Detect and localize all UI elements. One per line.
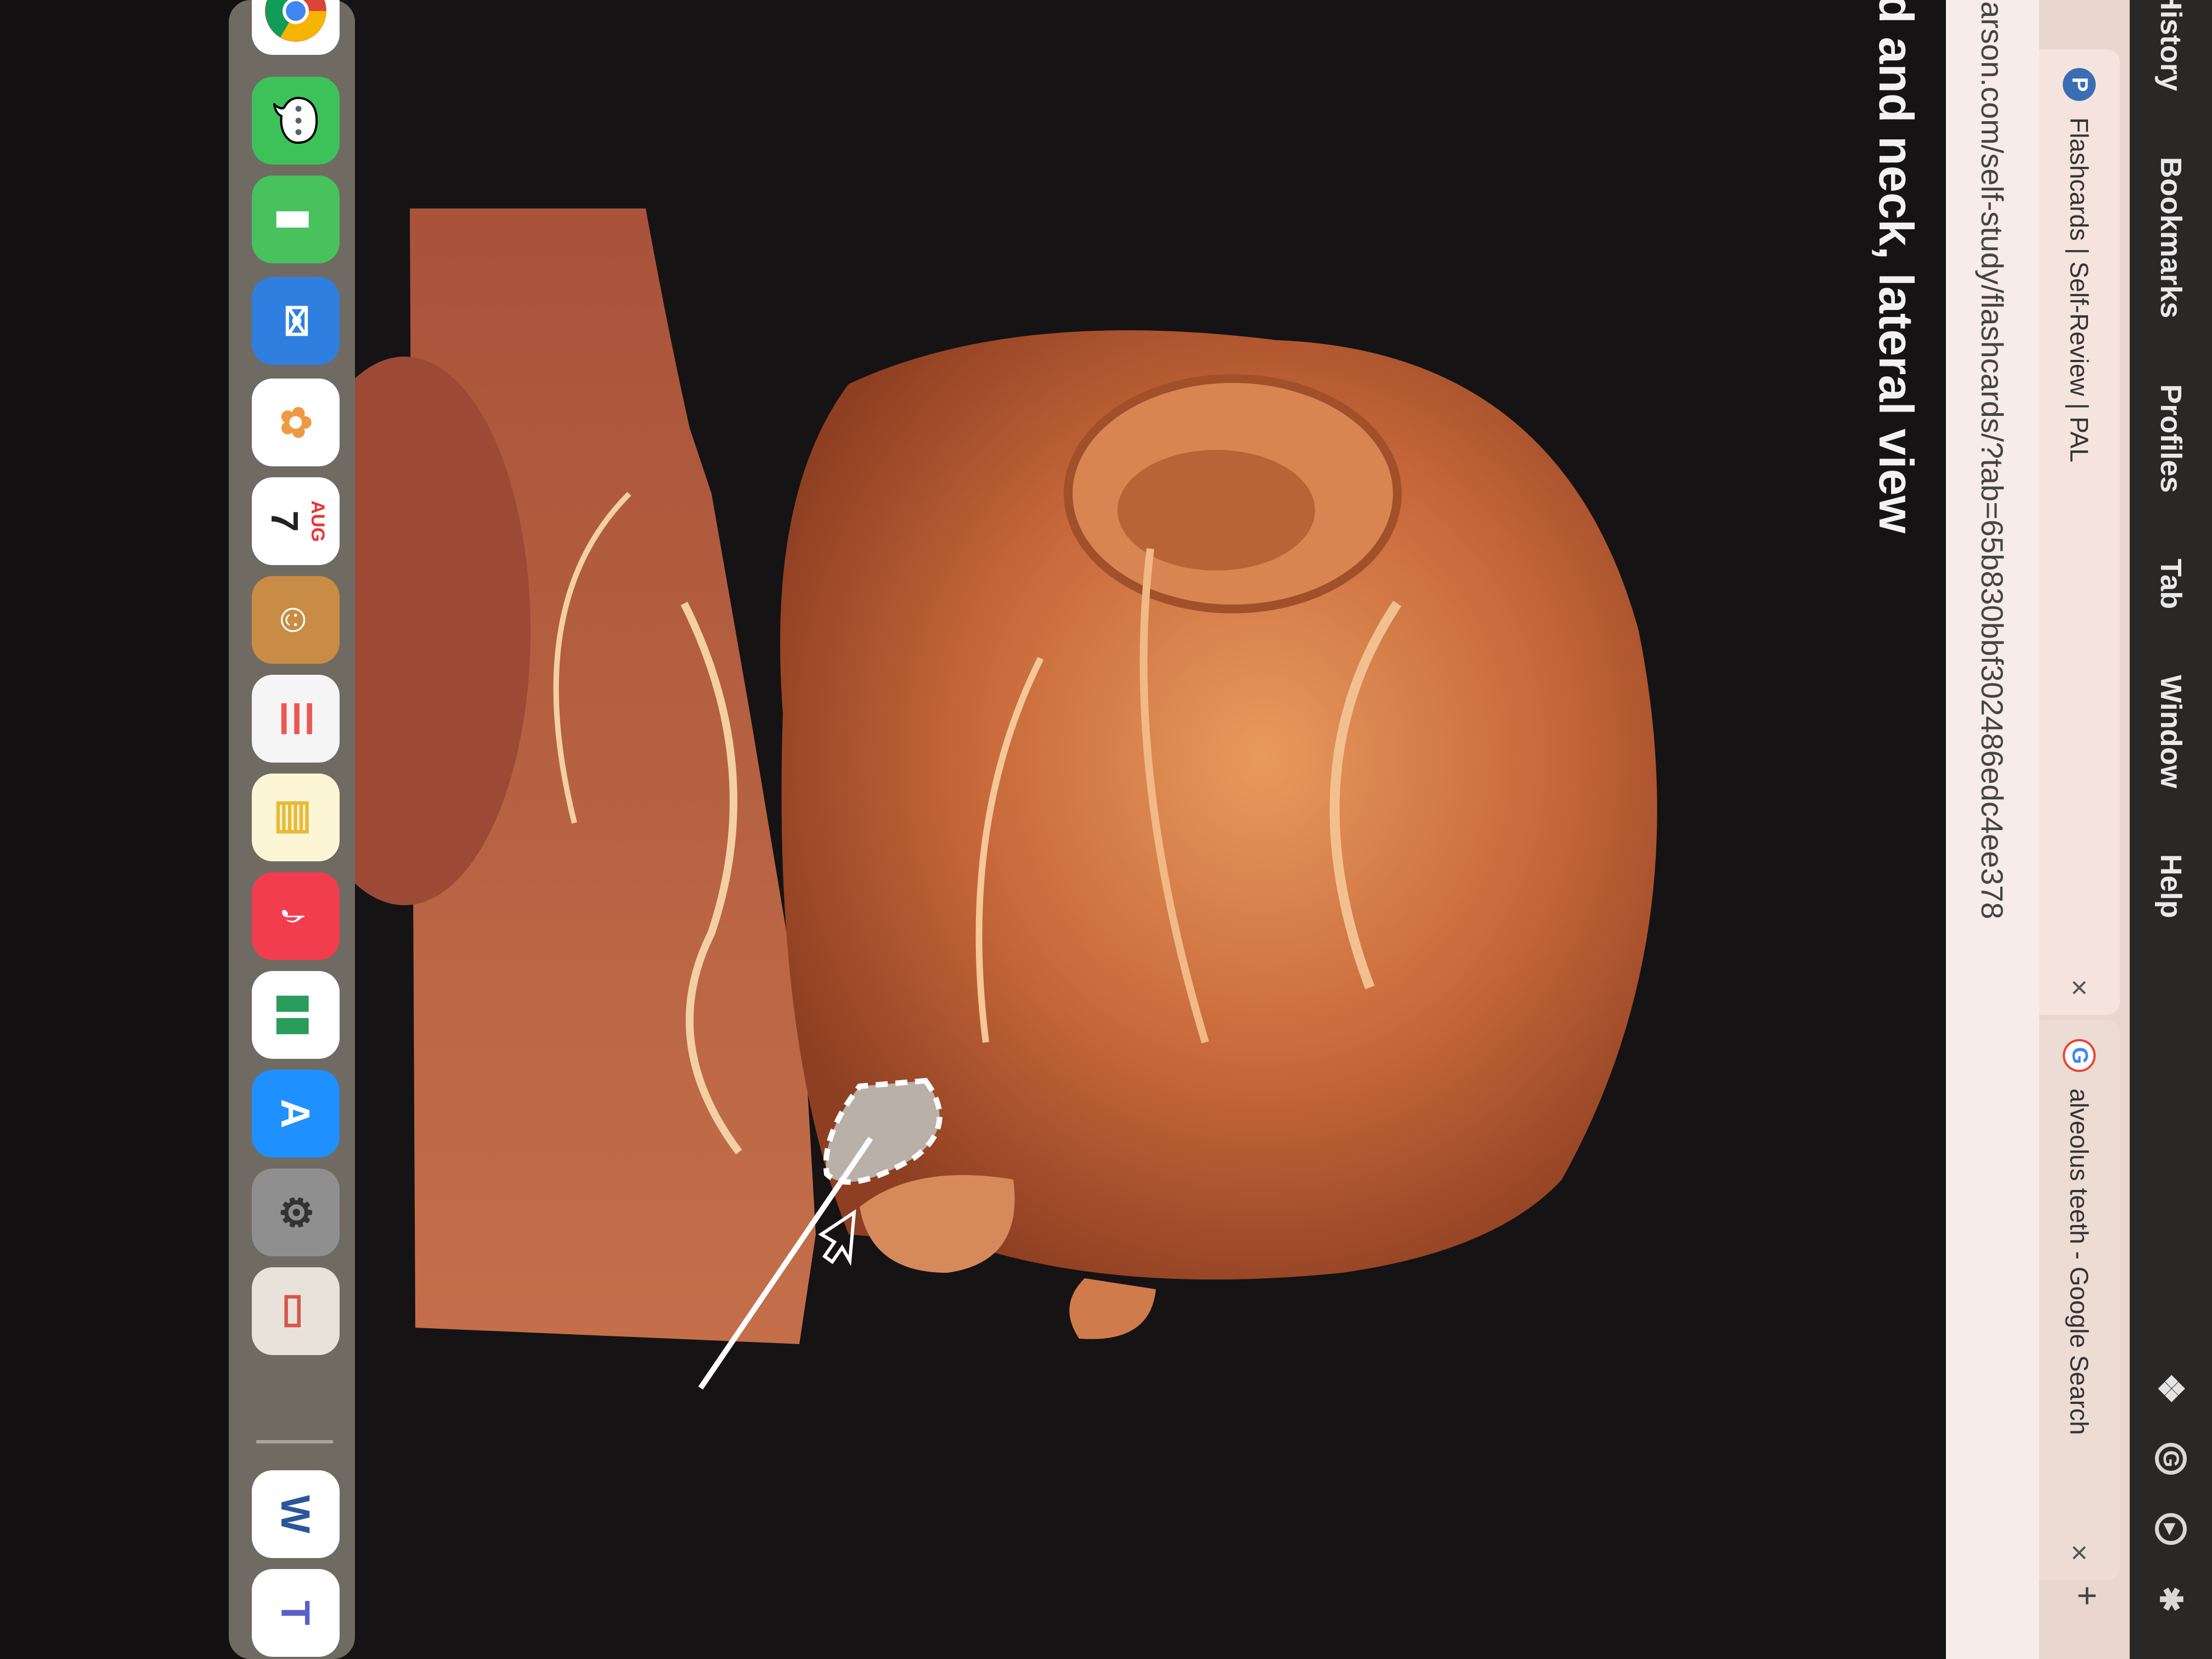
notes-icon: ▤ xyxy=(273,798,319,837)
numbers-app-icon[interactable]: ▮▮ xyxy=(252,971,340,1059)
card-heading: ad and neck, lateral view xyxy=(1869,0,1923,534)
reminders-app-icon[interactable]: ☰ xyxy=(252,675,340,763)
music-app-icon[interactable]: ♪ xyxy=(252,872,340,960)
menu-window[interactable]: Window xyxy=(2154,675,2188,788)
new-tab-button[interactable]: + xyxy=(2067,1585,2108,1606)
monitor-screen: History Bookmarks Profiles Tab Window He… xyxy=(0,0,2212,1659)
playback-icon[interactable]: ▸ xyxy=(2155,1513,2187,1545)
messages-app-icon[interactable]: 💬 xyxy=(252,77,340,165)
grammarly-icon[interactable]: G xyxy=(2155,1443,2187,1475)
menu-bar: History Bookmarks Profiles Tab Window He… xyxy=(2130,0,2212,1659)
dock: 💬 ▮ ✉ ✿ AUG 7 ☺ ☰ ▤ ♪ ▮▮ A ⚙ ▭ W T xyxy=(229,0,355,1659)
close-icon[interactable]: × xyxy=(2063,979,2097,996)
app-store-a-icon: A xyxy=(273,1099,319,1128)
url-text[interactable]: pearson.com/self-study/flashcards/?tab=6… xyxy=(1975,0,2011,919)
word-app-icon[interactable]: W xyxy=(252,1470,340,1558)
contacts-app-icon[interactable]: ☺ xyxy=(252,576,340,664)
address-bar[interactable]: pearson.com/self-study/flashcards/?tab=6… xyxy=(1946,0,2039,1659)
bar-chart-icon: ▮▮ xyxy=(273,992,319,1037)
photos-app-icon[interactable]: ✿ xyxy=(252,379,340,466)
dock-divider xyxy=(256,1440,333,1443)
calendar-month: AUG xyxy=(307,500,329,542)
envelope-icon: ✉ xyxy=(273,303,319,338)
browser-tab-strip: × P Flashcards | Self-Review | PAL × G a… xyxy=(2039,0,2130,1659)
calendar-app-icon[interactable]: AUG 7 xyxy=(252,477,340,565)
chrome-app-icon[interactable] xyxy=(252,0,340,55)
chrome-icon xyxy=(265,0,326,42)
video-camera-icon: ▮ xyxy=(273,208,319,231)
menu-tab[interactable]: Tab xyxy=(2154,558,2188,609)
reminders-list-icon: ☰ xyxy=(273,700,319,737)
tab-google-search[interactable]: G alveolus teeth - Google Search × xyxy=(2039,1020,2120,1580)
system-settings-icon[interactable]: ⚙ xyxy=(252,1169,340,1256)
iphone-mirroring-icon[interactable]: ▭ xyxy=(252,1267,340,1355)
mail-app-icon[interactable]: ✉ xyxy=(252,277,340,365)
menu-profiles[interactable]: Profiles xyxy=(2154,384,2188,493)
word-icon: W xyxy=(273,1495,319,1533)
dissection-image xyxy=(278,208,1657,1390)
app-store-icon[interactable]: A xyxy=(252,1070,340,1158)
phone-icon: ▭ xyxy=(273,1292,319,1330)
close-icon[interactable]: × xyxy=(2063,1544,2097,1561)
lips xyxy=(1069,1278,1156,1339)
notes-app-icon[interactable]: ▤ xyxy=(252,774,340,861)
message-bubble-icon: 💬 xyxy=(273,95,319,146)
tab-title: Flashcards | Self-Review | PAL xyxy=(2065,117,2094,462)
menu-help[interactable]: Help xyxy=(2154,854,2188,918)
tab-title: alveolus teeth - Google Search xyxy=(2065,1088,2094,1435)
contact-person-icon: ☺ xyxy=(273,599,319,641)
menu-bookmarks[interactable]: Bookmarks xyxy=(2154,157,2188,318)
photos-flower-icon: ✿ xyxy=(273,405,319,439)
bluetooth-icon[interactable]: ✱ xyxy=(2154,1583,2188,1615)
menu-status-icons: ❖ G ▸ ✱ xyxy=(2130,1373,2212,1615)
tab-flashcards[interactable]: P Flashcards | Self-Review | PAL × xyxy=(2039,49,2120,1015)
calendar-day: 7 xyxy=(263,510,307,532)
google-favicon-icon: G xyxy=(2063,1039,2096,1072)
facetime-app-icon[interactable]: ▮ xyxy=(252,176,340,263)
pearson-favicon-icon: P xyxy=(2063,68,2096,101)
teams-app-icon[interactable]: T xyxy=(252,1569,340,1657)
flashcard-page: ad and neck, lateral view xyxy=(267,0,1946,1659)
teams-icon: T xyxy=(273,1600,319,1626)
dropbox-icon[interactable]: ❖ xyxy=(2152,1373,2191,1404)
menu-history[interactable]: History xyxy=(2154,0,2188,91)
gear-icon: ⚙ xyxy=(273,1194,319,1231)
music-note-icon: ♪ xyxy=(273,906,319,927)
